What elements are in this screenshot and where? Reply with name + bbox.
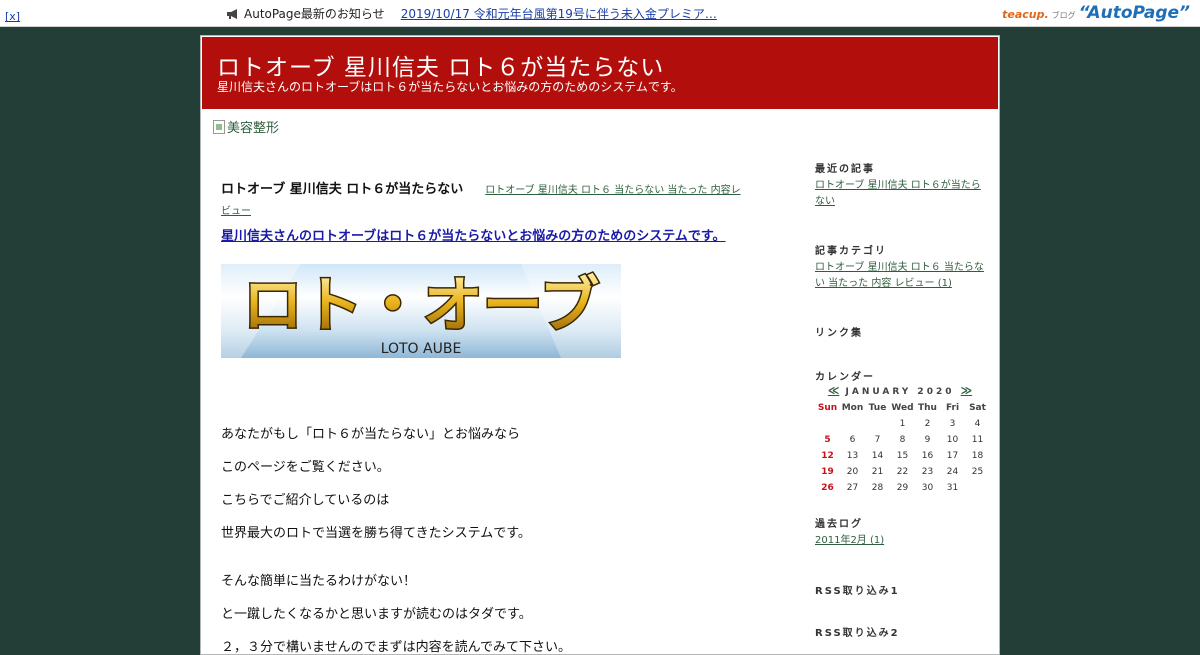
- calendar-grid: Sun Mon Tue Wed Thu Fri Sat 1 2 3 4 5 6 …: [815, 400, 990, 496]
- calendar-day: 5: [824, 435, 831, 445]
- recent-post-link[interactable]: ロトオーブ 星川信夫 ロト６が当たらない: [815, 178, 987, 210]
- notice-label: AutoPage最新のお知らせ: [244, 7, 385, 21]
- calendar-day: 27: [846, 483, 859, 493]
- rss1-heading: RSS取り込み1: [815, 586, 900, 597]
- weekday-label: Sun: [817, 403, 838, 413]
- close-notice-link[interactable]: [x]: [5, 10, 20, 23]
- rss2-heading: RSS取り込み2: [815, 628, 900, 639]
- calendar-day: 18: [971, 451, 984, 461]
- banner-alt-text: 美容整形: [227, 121, 280, 136]
- calendar-day: 19: [821, 467, 834, 477]
- site-title[interactable]: ロトオーブ 星川信夫 ロト６が当たらない: [217, 48, 664, 82]
- calendar-day: 4: [974, 419, 981, 429]
- loto-aube-logo-art: ロト・オーブ LOTO AUBE: [221, 264, 621, 358]
- top-notice-bar: [x] AutoPage最新のお知らせ 2019/10/17 令和元年台風第19…: [0, 0, 1200, 27]
- calendar-day: 9: [924, 435, 931, 445]
- calendar-day: [840, 416, 865, 432]
- calendar-day: 21: [871, 467, 884, 477]
- logo-main-text: ロト・オーブ: [243, 271, 599, 341]
- calendar-week: 5 6 7 8 9 10 11: [815, 432, 990, 448]
- calendar-day: 14: [871, 451, 884, 461]
- notice-area: AutoPage最新のお知らせ 2019/10/17 令和元年台風第19号に伴う…: [226, 5, 717, 22]
- calendar-day: 22: [896, 467, 909, 477]
- archive-heading: 過去ログ: [815, 519, 863, 530]
- category-link[interactable]: ロトオーブ 星川信夫 ロト６ 当たらない 当たった 内容 レビュー (1): [815, 260, 987, 292]
- entry-paragraph: あなたがもし「ロト６が当たらない」とお悩みなら: [221, 427, 521, 442]
- banner-image-broken[interactable]: 美容整形: [213, 117, 279, 136]
- calendar-week: 1 2 3 4: [815, 416, 990, 432]
- calendar-day: 26: [821, 483, 834, 493]
- calendar-day: 20: [846, 467, 859, 477]
- calendar-day: [865, 416, 890, 432]
- entry-paragraph: 世界最大のロトで当選を勝ち得てきたシステムです。: [221, 526, 531, 541]
- weekday-label: Mon: [841, 403, 864, 413]
- notice-news-link[interactable]: 2019/10/17 令和元年台風第19号に伴う未入金プレミア…: [401, 5, 717, 22]
- calendar-day: 10: [946, 435, 959, 445]
- entry-paragraph: こちらでご紹介しているのは: [221, 493, 390, 508]
- calendar-day: 13: [846, 451, 859, 461]
- calendar-day: [815, 416, 840, 432]
- calendar-day: 3: [949, 419, 956, 429]
- links-heading: リンク集: [815, 328, 863, 339]
- calendar-day: 30: [921, 483, 934, 493]
- main-entry: ロトオーブ 星川信夫 ロト６が当たらない ロトオーブ 星川信夫 ロト６ 当たらない…: [221, 179, 741, 655]
- calendar-day: 7: [874, 435, 881, 445]
- weekday-label: Wed: [891, 403, 914, 413]
- calendar-day: 28: [871, 483, 884, 493]
- entry-title: ロトオーブ 星川信夫 ロト６が当たらない: [221, 182, 464, 197]
- site-description: 星川信夫さんのロトオーブはロト６が当たらないとお悩みの方のためのシステムです。: [217, 80, 683, 94]
- calendar-day: 17: [946, 451, 959, 461]
- autopage-brand-logo[interactable]: teacup. ブログ “AutoPage”: [1002, 3, 1190, 23]
- brand-blog: ブログ: [1051, 11, 1076, 20]
- weekday-label: Tue: [868, 403, 887, 413]
- calendar-day: 29: [896, 483, 909, 493]
- entry-paragraph: そんな簡単に当たるわけがない！: [221, 574, 417, 589]
- weekday-label: Fri: [945, 403, 960, 413]
- weekday-label: Sat: [969, 403, 986, 413]
- calendar-week: 12 13 14 15 16 17 18: [815, 448, 990, 464]
- recent-posts-heading: 最近の記事: [815, 164, 875, 175]
- calendar-month: JANUARY 2020: [845, 387, 955, 397]
- calendar-day: 8: [899, 435, 906, 445]
- entry-paragraph: と一蹴したくなるかと思いますが読むのはタダです。: [221, 607, 532, 622]
- calendar-week: 19 20 21 22 23 24 25: [815, 464, 990, 480]
- calendar-header: ≪ JANUARY 2020 ≫: [815, 384, 985, 397]
- category-heading: 記事カテゴリ: [815, 246, 887, 257]
- entry-paragraph: このページをご覧ください。: [221, 460, 390, 475]
- calendar-prev-link[interactable]: ≪: [828, 384, 840, 397]
- calendar-day: 16: [921, 451, 934, 461]
- calendar-day: 1: [899, 419, 906, 429]
- calendar-day: 11: [971, 435, 984, 445]
- brand-autopage: “AutoPage”: [1078, 3, 1190, 23]
- calendar-day: 31: [946, 483, 959, 493]
- brand-teacup: teacup.: [1002, 8, 1049, 21]
- calendar-heading: カレンダー: [815, 372, 875, 383]
- entry-headline-link[interactable]: 星川信夫さんのロトオーブはロト６が当たらないとお悩みの方のためのシステムです。: [221, 225, 741, 244]
- entry-title-line: ロトオーブ 星川信夫 ロト６が当たらない ロトオーブ 星川信夫 ロト６ 当たらない…: [221, 179, 741, 221]
- logo-sub-text: LOTO AUBE: [381, 341, 462, 357]
- blog-header: ロトオーブ 星川信夫 ロト６が当たらない 星川信夫さんのロトオーブはロト６が当た…: [202, 37, 998, 109]
- weekday-label: Thu: [918, 403, 937, 413]
- archive-link[interactable]: 2011年2月 (1): [815, 533, 987, 549]
- calendar-day: 15: [896, 451, 909, 461]
- calendar-day: [965, 480, 990, 496]
- entry-paragraph: ２，３分で構いませんのでまずは内容を読んでみて下さい。: [221, 640, 571, 655]
- megaphone-icon: [227, 8, 237, 19]
- calendar-day: 23: [921, 467, 934, 477]
- calendar-day: 24: [946, 467, 959, 477]
- blog-container: ロトオーブ 星川信夫 ロト６が当たらない 星川信夫さんのロトオーブはロト６が当た…: [200, 35, 1000, 655]
- calendar-week: 26 27 28 29 30 31: [815, 480, 990, 496]
- calendar-day: 12: [821, 451, 834, 461]
- calendar-day: 25: [971, 467, 984, 477]
- calendar-weekday-row: Sun Mon Tue Wed Thu Fri Sat: [815, 400, 990, 416]
- calendar-day: 2: [924, 419, 931, 429]
- calendar-day: 6: [849, 435, 856, 445]
- broken-image-icon: [213, 119, 225, 134]
- loto-aube-logo-image: ロト・オーブ LOTO AUBE: [221, 264, 621, 358]
- calendar-next-link[interactable]: ≫: [961, 384, 973, 397]
